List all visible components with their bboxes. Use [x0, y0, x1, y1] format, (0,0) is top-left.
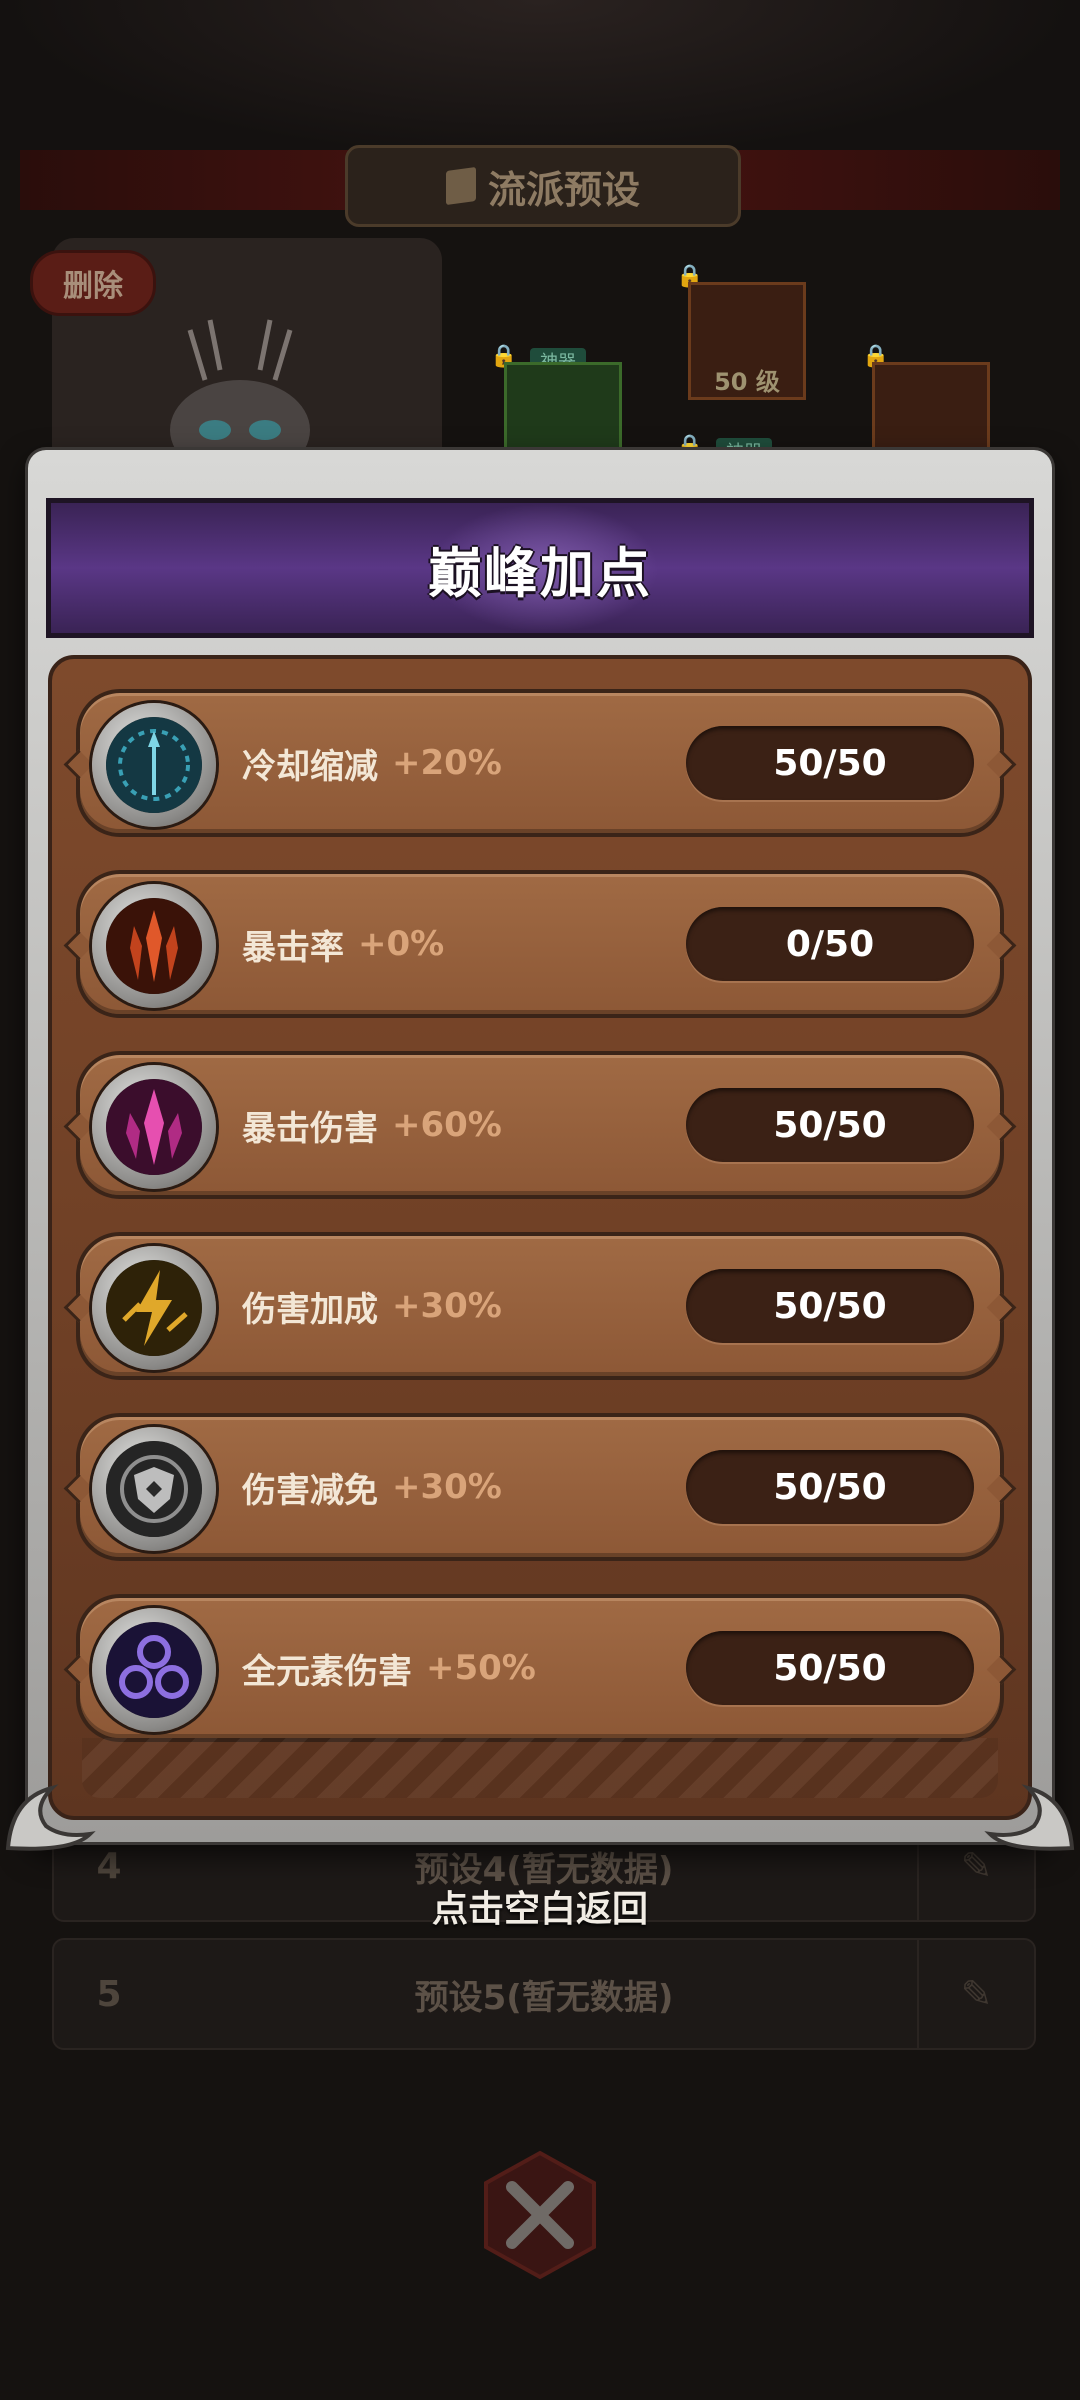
- stat-name: 伤害减免: [242, 1470, 378, 1511]
- stat-name: 暴击率: [242, 927, 344, 968]
- edit-icon[interactable]: ✎: [917, 1940, 1034, 2048]
- panel-bottom-pattern: [82, 1738, 998, 1798]
- stat-panel: 冷却缩减 +20% 50/50 暴击率 +0% 0/50 暴击伤害 +60% 5…: [48, 655, 1032, 1820]
- top-artwork: [0, 0, 1080, 160]
- all-element-damage-icon: [92, 1608, 216, 1732]
- stat-row-damage-bonus[interactable]: 伤害加成 +30% 50/50: [76, 1232, 1004, 1380]
- stat-name: 暴击伤害: [242, 1108, 378, 1149]
- damage-reduction-icon: [92, 1427, 216, 1551]
- stat-bonus: +30%: [392, 1286, 502, 1326]
- screen-title-plate: 流派预设: [345, 145, 741, 227]
- preset-row[interactable]: 5 预设5(暂无数据) ✎: [52, 1938, 1036, 2050]
- stat-count: 50/50: [686, 1450, 974, 1524]
- stat-count: 50/50: [686, 1088, 974, 1162]
- crit-rate-icon: [92, 884, 216, 1008]
- stat-bonus: +30%: [392, 1467, 502, 1507]
- crit-damage-icon: [92, 1065, 216, 1189]
- stat-row-crit-rate[interactable]: 暴击率 +0% 0/50: [76, 870, 1004, 1018]
- screen-title: 流派预设: [487, 167, 640, 212]
- stat-count: 0/50: [686, 907, 974, 981]
- stat-count: 50/50: [686, 726, 974, 800]
- dialog-title: 巅峰加点: [428, 541, 652, 605]
- damage-bonus-icon: [92, 1246, 216, 1370]
- stat-count: 50/50: [686, 1269, 974, 1343]
- corner-ornament-icon: [5, 1784, 96, 1851]
- stat-row-damage-reduction[interactable]: 伤害减免 +30% 50/50: [76, 1413, 1004, 1561]
- equipment-slot[interactable]: 50 级: [688, 282, 806, 400]
- stat-row-cooldown-reduction[interactable]: 冷却缩减 +20% 50/50: [76, 689, 1004, 837]
- stat-row-all-element-damage[interactable]: 全元素伤害 +50% 50/50: [76, 1594, 1004, 1742]
- cooldown-reduction-icon: [92, 703, 216, 827]
- stat-name: 伤害加成: [242, 1289, 378, 1330]
- stat-name: 全元素伤害: [242, 1651, 412, 1692]
- dialog-header: 巅峰加点: [46, 498, 1034, 638]
- close-emblem-icon[interactable]: [470, 2145, 610, 2285]
- peak-points-dialog: 巅峰加点 冷却缩减 +20% 50/50 暴击率 +0% 0/50 暴击伤害 +…: [5, 450, 1075, 1851]
- stat-list: 冷却缩减 +20% 50/50 暴击率 +0% 0/50 暴击伤害 +60% 5…: [76, 689, 1004, 1775]
- stat-row-crit-damage[interactable]: 暴击伤害 +60% 50/50: [76, 1051, 1004, 1199]
- stat-count: 50/50: [686, 1631, 974, 1705]
- stat-bonus: +20%: [392, 743, 502, 783]
- book-icon: [445, 166, 476, 206]
- stat-bonus: +60%: [392, 1105, 502, 1145]
- corner-ornament-icon: [984, 1784, 1075, 1851]
- delete-button[interactable]: 删除: [30, 250, 156, 316]
- stat-bonus: +50%: [426, 1648, 536, 1688]
- tap-blank-to-return-hint[interactable]: 点击空白返回: [0, 1880, 1080, 1932]
- stat-name: 冷却缩减: [242, 746, 378, 787]
- stat-bonus: +0%: [358, 924, 445, 964]
